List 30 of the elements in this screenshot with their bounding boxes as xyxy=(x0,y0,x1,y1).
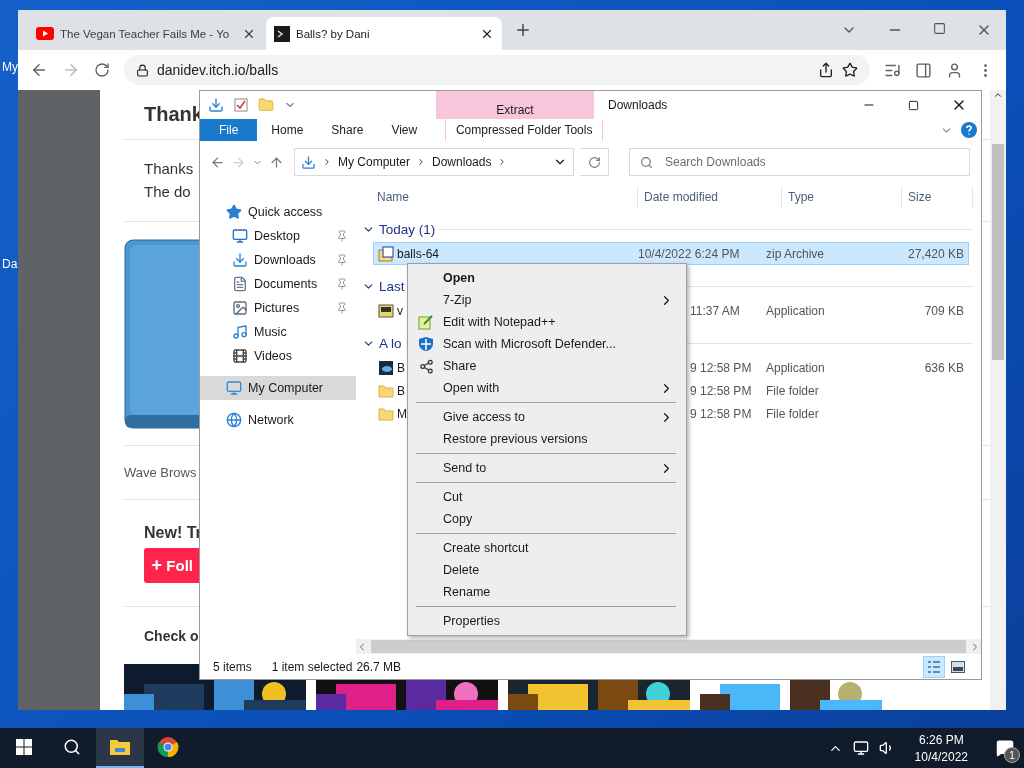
window-title: Downloads xyxy=(607,98,669,112)
file-name: balls-64 xyxy=(397,246,440,261)
selection-status: 1 item selected xyxy=(271,659,353,674)
file-name: M xyxy=(397,406,407,421)
page-text: Wave Brows xyxy=(124,465,197,481)
item-count: 5 items xyxy=(213,659,252,674)
size-cell-text: 27,420 KB xyxy=(906,246,965,261)
page-text: Thanks xyxy=(144,160,194,178)
file-name: v xyxy=(397,303,403,318)
date-cell: 11:37 AM xyxy=(690,303,740,318)
type-cell-text: File folder xyxy=(766,406,820,421)
type-cell-text: Application xyxy=(766,360,826,375)
selection-size: 26.7 MB xyxy=(356,659,402,674)
page-text: The do xyxy=(144,183,191,201)
file-name: B xyxy=(397,360,405,375)
section-heading: Check o xyxy=(144,627,199,644)
date-cell: 9 12:58 PM xyxy=(690,360,752,375)
date-cell: 9 12:58 PM xyxy=(690,406,752,421)
file-name: B xyxy=(397,383,405,398)
type-cell-text: zip Archive xyxy=(766,246,826,261)
date-cell: 9 12:58 PM xyxy=(690,383,752,398)
notification-count: 1 xyxy=(1004,747,1020,763)
size-cell-text: 636 KB xyxy=(923,360,965,375)
type-cell-text: Application xyxy=(766,303,826,318)
section-heading: New! Tr xyxy=(144,523,202,542)
desktop-icon-label: My xyxy=(2,60,18,74)
type-cell-text: File folder xyxy=(766,383,820,398)
desktop-icon-label: Da xyxy=(2,257,18,271)
size-cell-text: 709 KB xyxy=(923,303,965,318)
date-cell: 10/4/2022 6:24 PM xyxy=(638,246,740,261)
